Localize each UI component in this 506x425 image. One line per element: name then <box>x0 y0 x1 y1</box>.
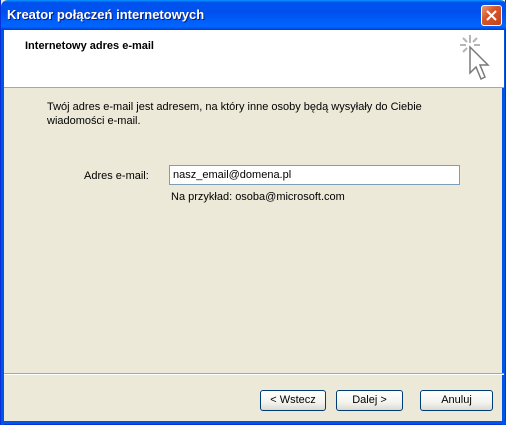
window-frame-right <box>502 30 505 425</box>
title-bar[interactable]: Kreator połączeń internetowych <box>1 0 506 30</box>
page-title: Internetowy adres e-mail <box>25 40 154 52</box>
close-button[interactable] <box>481 5 502 26</box>
next-button[interactable]: Dalej > <box>336 390 403 411</box>
email-field[interactable] <box>169 165 460 185</box>
back-button[interactable]: < Wstecz <box>260 390 326 411</box>
window-frame-left <box>1 30 4 425</box>
close-icon <box>486 10 497 21</box>
wizard-cursor-icon <box>460 35 490 81</box>
intro-text: Twój adres e-mail jest adresem, na który… <box>47 100 467 128</box>
example-hint: Na przykład: osoba@microsoft.com <box>171 191 345 203</box>
intro-line-2: wiadomości e-mail. <box>47 115 141 127</box>
intro-line-1: Twój adres e-mail jest adresem, na który… <box>47 101 422 113</box>
wizard-header: Internetowy adres e-mail <box>4 30 504 88</box>
separator <box>4 373 504 375</box>
email-label: Adres e-mail: <box>84 170 149 182</box>
cancel-button[interactable]: Anuluj <box>420 390 493 411</box>
window-frame-bottom <box>1 421 506 424</box>
window-title: Kreator połączeń internetowych <box>7 7 205 22</box>
wizard-window: Kreator połączeń internetowych Interneto… <box>0 0 506 425</box>
